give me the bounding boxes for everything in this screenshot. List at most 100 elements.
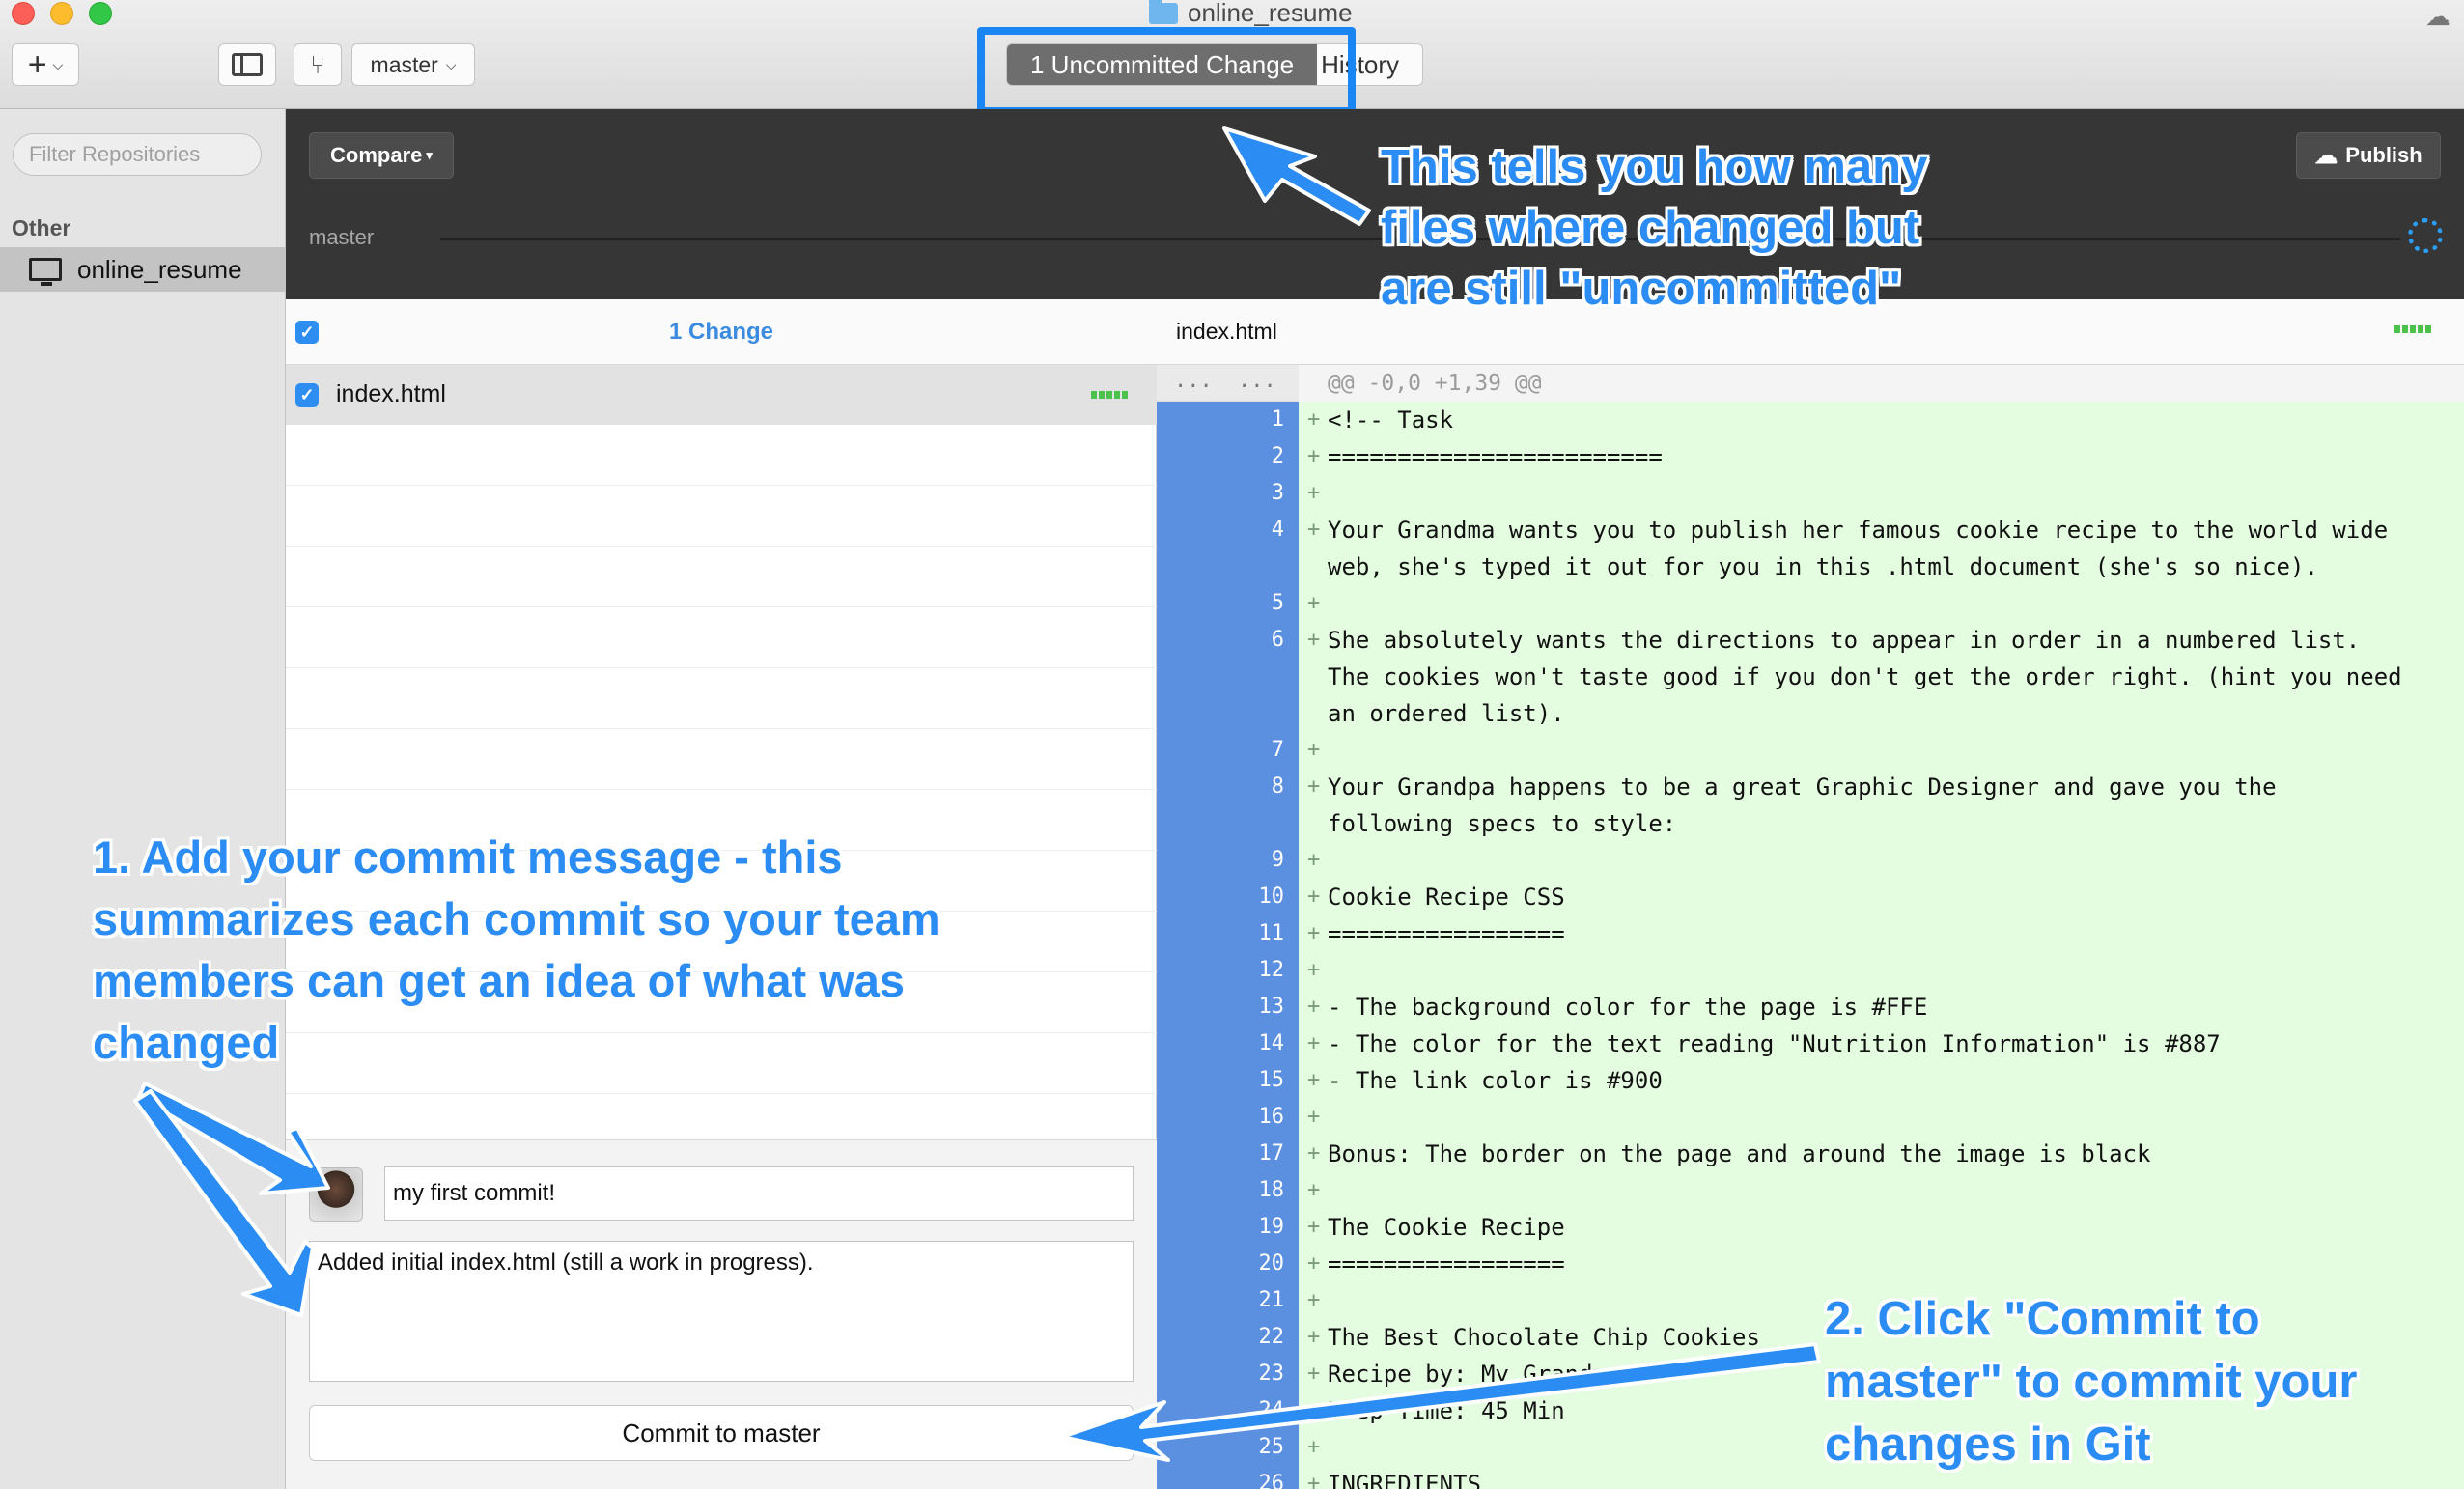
hunk-gutter-old: ... [1174,369,1213,393]
added-marker: + [1307,1031,1321,1055]
compare-button-label: Compare [330,143,423,167]
line-number: 19 [1258,1215,1285,1239]
empty-row [286,668,1157,729]
line-number: 9 [1271,848,1284,872]
title-bar: online_resume + ⌵ ⑂ master ⌵ 1 Uncommitt… [0,0,2464,115]
line-number: 2 [1271,444,1284,468]
window-title-text: online_resume [1188,0,1353,27]
add-button[interactable]: + ⌵ [12,43,79,86]
added-marker: + [1307,921,1321,945]
added-marker: + [1307,995,1321,1019]
line-number: 4 [1271,518,1284,542]
line-number: 25 [1258,1435,1285,1459]
repository-sidebar: Filter Repositories Other online_resume [0,109,286,1489]
diff-line-text: ================= [1328,1250,1565,1278]
sidebar-item-online-resume[interactable]: online_resume [0,247,286,292]
sidebar-item-label: online_resume [77,254,242,284]
branch-selector-label: master [370,51,438,77]
added-marker: + [1307,518,1321,542]
caret-down-icon: ▾ [426,148,433,162]
added-marker: + [1307,407,1321,432]
hunk-gutter: ... ... [1157,365,1299,402]
changed-file-row[interactable]: ✓ index.html [286,365,1157,425]
diff-line: 17 + Bonus: The border on the page and aro… [1157,1136,2464,1172]
avatar [309,1167,363,1222]
added-marker: + [1307,1435,1321,1459]
file-checkbox[interactable]: ✓ [295,383,319,407]
empty-row [286,425,1157,486]
commit-summary-input[interactable]: my first commit! [384,1166,1134,1221]
diff-line: 3 + [1157,475,2464,512]
added-marker: + [1307,1398,1321,1422]
added-marker: + [1307,444,1321,468]
diff-line: 10 + Cookie Recipe CSS [1157,879,2464,915]
diff-line: 14 + - The color for the text reading "Nut… [1157,1025,2464,1062]
line-number: 13 [1258,995,1285,1019]
added-marker: + [1307,1141,1321,1166]
diff-line-text: ================= [1328,920,1565,947]
line-number: 7 [1271,738,1284,762]
hunk-header: @@ -0,0 +1,39 @@ [1299,365,2464,402]
empty-row [286,547,1157,607]
added-marker: + [1307,1178,1321,1202]
line-number: 21 [1258,1288,1285,1312]
added-marker: + [1307,1472,1321,1489]
added-marker: + [1307,1068,1321,1092]
cloud-download-icon[interactable]: ☁ [2425,2,2450,32]
annotation-highlight-box [977,27,1356,115]
commit-description-input[interactable]: Added initial index.html (still a work i… [309,1241,1134,1382]
line-number: 16 [1258,1105,1285,1129]
compare-button[interactable]: Compare ▾ [309,132,454,179]
diff-line: 9 + [1157,842,2464,879]
added-marker: + [1307,591,1321,615]
filter-repositories-input[interactable]: Filter Repositories [13,133,262,176]
added-marker: + [1307,1362,1321,1386]
close-window-button[interactable] [12,2,35,25]
diff-line: 1 + <!-- Task [1157,402,2464,438]
sync-icon[interactable] [2408,218,2443,253]
line-number: 17 [1258,1141,1285,1166]
diff-line: 15 + - The link color is #900 [1157,1062,2464,1099]
diff-line-text: The Cookie Recipe [1328,1214,1565,1241]
sidebar-toggle-button[interactable] [218,43,276,86]
diff-line: 19 + The Cookie Recipe [1157,1209,2464,1246]
publish-button-label: Publish [2345,143,2422,167]
diff-line-text: She absolutely wants the directions to a… [1328,627,2402,727]
line-number: 26 [1258,1472,1285,1489]
line-number: 23 [1258,1362,1285,1386]
branch-icon-button[interactable]: ⑂ [294,43,342,86]
git-branch-icon: ⑂ [310,49,325,79]
zoom-window-button[interactable] [89,2,112,25]
changed-file-name: index.html [336,380,446,407]
diff-line: 18 + [1157,1172,2464,1209]
add-icon: + [27,46,47,83]
added-marker: + [1307,1288,1321,1312]
diff-line: 8 + Your Grandpa happens to be a great Gra… [1157,769,2464,842]
monitor-icon [29,258,62,286]
cloud-upload-icon: ☁ [2314,142,2338,169]
line-number: 5 [1271,591,1284,615]
added-marker: + [1307,1325,1321,1349]
empty-row [286,729,1157,790]
diff-line: 16 + [1157,1099,2464,1136]
publish-button[interactable]: ☁ Publish [2296,132,2441,179]
diff-file-name: index.html [1176,319,1277,344]
diff-line-text: - The link color is #900 [1328,1067,1663,1094]
line-number: 12 [1258,958,1285,982]
added-marker: + [1307,774,1321,799]
compare-bar: Compare ▾ master ☁ Publish [286,109,2464,299]
branch-selector[interactable]: master ⌵ [351,43,475,86]
minimize-window-button[interactable] [50,2,73,25]
commit-to-master-button[interactable]: Commit to master [309,1405,1134,1461]
chevron-down-icon: ⌵ [445,56,457,72]
diffstat-indicator [1091,391,1128,399]
line-number: 11 [1258,921,1285,945]
added-marker: + [1307,848,1321,872]
line-number: 24 [1258,1398,1285,1422]
line-number: 18 [1258,1178,1285,1202]
line-number: 15 [1258,1068,1285,1092]
diff-line-text: ======================== [1328,443,1663,470]
diff-line: 7 + [1157,732,2464,769]
callout-commit-message: 1. Add your commit message - this summar… [93,831,940,1068]
diff-line: 13 + - The background color for the page i… [1157,989,2464,1025]
